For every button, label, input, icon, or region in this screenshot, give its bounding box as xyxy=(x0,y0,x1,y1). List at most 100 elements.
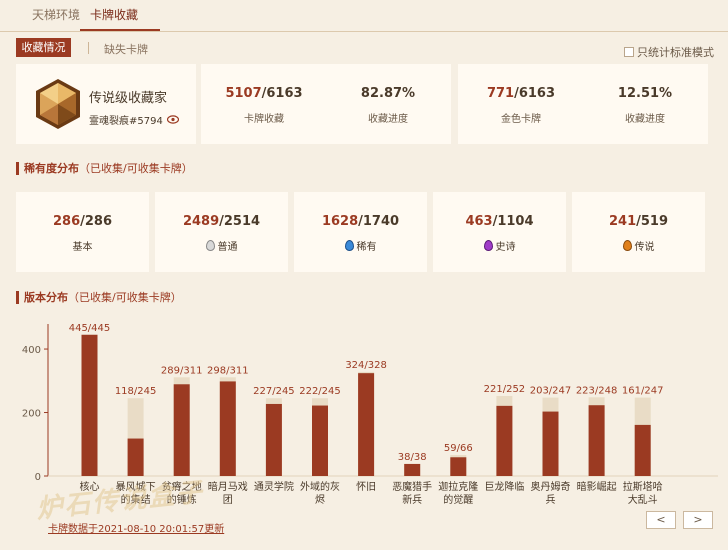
version-distribution-chart: 0200400445/445核心118/245暴风城下的集结289/311贫瘠之… xyxy=(22,323,718,506)
epic-gem-icon xyxy=(483,240,493,251)
stat-golden-progress: 12.51% 收藏进度 xyxy=(600,86,690,125)
bar-collected xyxy=(312,405,328,476)
user-tag: 霊魂裂痕#5794 xyxy=(89,112,179,127)
eye-icon[interactable] xyxy=(166,115,179,124)
bar-collected xyxy=(450,457,467,476)
prev-page-button[interactable]: < xyxy=(646,511,676,529)
data-label: 223/248 xyxy=(576,385,618,396)
rarity-total: /1740 xyxy=(358,214,400,229)
rarity-card-legendary: 241/519 传说 xyxy=(572,192,705,272)
bar-collected xyxy=(404,463,421,476)
data-label: 203/247 xyxy=(530,386,572,397)
category-label: 怀旧 xyxy=(356,481,376,493)
category-label: 团 xyxy=(223,494,233,506)
data-label: 227/245 xyxy=(253,386,295,397)
rarity-owned: 1628 xyxy=(321,214,359,229)
data-label: 289/311 xyxy=(161,365,203,376)
rarity-label: 传说 xyxy=(634,242,655,253)
rarity-note: （已收集/可收集卡牌） xyxy=(79,162,193,175)
y-tick-label: 200 xyxy=(22,409,41,420)
golden-progress-value: 12.51% xyxy=(617,86,673,101)
rarity-section-title: 稀有度分布（已收集/可收集卡牌） xyxy=(16,162,193,175)
golden-total: /6163 xyxy=(514,86,556,101)
rarity-label: 普通 xyxy=(217,242,238,253)
subtab-collection-status[interactable]: 收藏情况 xyxy=(16,38,71,57)
rarity-title-text: 稀有度分布 xyxy=(24,162,79,175)
rarity-total: /286 xyxy=(80,214,113,229)
common-gem-icon xyxy=(205,240,215,251)
data-label: 298/311 xyxy=(207,365,249,376)
category-label: 拉斯塔哈 xyxy=(623,480,663,493)
card-collection-stats: 5107/6163 卡牌收藏 82.87% 收藏进度 xyxy=(201,64,451,144)
bar-collected xyxy=(542,411,559,476)
data-label: 445/445 xyxy=(69,323,111,334)
tab-collection[interactable]: 卡牌收藏 xyxy=(90,6,138,23)
next-page-button[interactable]: > xyxy=(683,511,713,529)
bar-collected xyxy=(81,334,98,476)
category-label: 烬 xyxy=(315,494,325,506)
y-tick-label: 400 xyxy=(22,345,41,356)
tab-ladder[interactable]: 天梯环境 xyxy=(32,6,80,23)
category-label: 迦拉克隆 xyxy=(438,480,478,493)
standard-mode-checkbox[interactable] xyxy=(624,47,634,57)
data-label: 118/245 xyxy=(115,386,157,397)
category-label: 外域的灰 xyxy=(300,480,340,493)
stat-collection-progress: 82.87% 收藏进度 xyxy=(343,86,433,125)
top-tab-bar: 天梯环境 卡牌收藏 xyxy=(0,0,728,32)
rarity-card-basic: 286/286 基本 xyxy=(16,192,149,272)
rarity-owned: 463 xyxy=(465,214,493,229)
legendary-collector-badge-icon xyxy=(36,79,80,129)
active-tab-indicator xyxy=(80,29,160,31)
golden-progress-label: 收藏进度 xyxy=(625,114,665,125)
standard-mode-toggle[interactable]: 只统计标准模式 xyxy=(624,44,714,60)
rarity-owned: 286 xyxy=(52,214,81,229)
category-label: 暗影崛起 xyxy=(577,480,617,493)
battletag: 霊魂裂痕#5794 xyxy=(89,116,163,127)
category-label: 恶魔猎手 xyxy=(392,480,432,493)
collector-title: 传说级收藏家 xyxy=(89,91,168,106)
bar-collected xyxy=(127,438,144,476)
cards-total: /6163 xyxy=(261,86,303,101)
progress-value: 82.87% xyxy=(360,86,416,101)
golden-label: 金色卡牌 xyxy=(501,114,541,125)
data-label: 221/252 xyxy=(484,384,526,395)
rarity-label: 基本 xyxy=(72,242,93,253)
bar-collected xyxy=(173,384,190,476)
data-label: 324/328 xyxy=(345,360,387,371)
rarity-card-rare: 1628/1740 稀有 xyxy=(294,192,427,272)
category-label: 新兵 xyxy=(402,493,422,506)
category-label: 奥丹姆奇 xyxy=(531,480,571,493)
category-label: 的觉醒 xyxy=(443,493,473,506)
bar-collected xyxy=(265,403,282,476)
bar-collected xyxy=(219,381,236,476)
rarity-total: /519 xyxy=(636,214,669,229)
rarity-total: /2514 xyxy=(219,214,261,229)
category-label: 巨龙降临 xyxy=(484,480,524,493)
rarity-total: /1104 xyxy=(492,214,534,229)
rarity-label: 史诗 xyxy=(495,242,516,253)
data-label: 38/38 xyxy=(398,452,427,463)
rarity-card-epic: 463/1104 史诗 xyxy=(433,192,566,272)
data-label: 161/247 xyxy=(622,386,664,397)
bar-collected xyxy=(588,405,605,476)
bar-collected xyxy=(496,405,513,476)
subtab-missing-cards[interactable]: 缺失卡牌 xyxy=(104,41,148,57)
update-timestamp[interactable]: 卡牌数据于2021-08-10 20:01:57更新 xyxy=(48,520,224,535)
golden-owned: 771 xyxy=(486,86,515,101)
legendary-gem-icon xyxy=(622,240,632,251)
stat-golden-collected: 771/6163 金色卡牌 xyxy=(476,86,566,125)
data-label: 59/66 xyxy=(444,443,473,454)
progress-label: 收藏进度 xyxy=(368,114,408,125)
rarity-owned: 241 xyxy=(608,214,637,229)
bar-collected xyxy=(634,424,651,476)
cards-owned: 5107 xyxy=(225,86,262,101)
category-label: 大乱斗 xyxy=(628,493,658,506)
rarity-label: 稀有 xyxy=(356,242,377,253)
y-tick-label: 0 xyxy=(35,472,41,483)
subtab-divider xyxy=(88,42,89,54)
category-label: 兵 xyxy=(546,493,556,506)
rarity-owned: 2489 xyxy=(182,214,220,229)
rare-gem-icon xyxy=(344,240,354,251)
card-golden-stats: 771/6163 金色卡牌 12.51% 收藏进度 xyxy=(458,64,708,144)
stat-cards-collected: 5107/6163 卡牌收藏 xyxy=(219,86,309,125)
